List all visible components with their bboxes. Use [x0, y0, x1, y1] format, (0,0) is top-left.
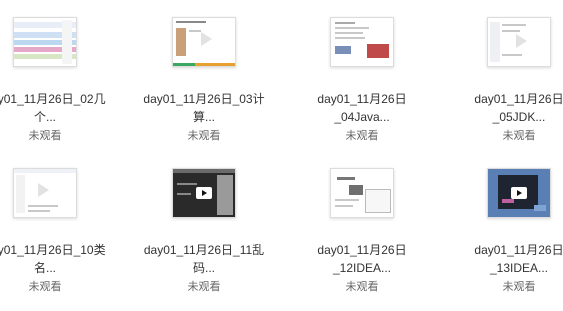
video-title[interactable]: day01_11月26日_04Java... [297, 90, 427, 126]
video-card[interactable]: day01_11月26日_12IDEA... 未观看 [297, 168, 427, 294]
watch-status: 未观看 [502, 281, 536, 293]
video-title[interactable]: day01_11月26日_10类名... [0, 241, 110, 277]
video-title[interactable]: day01_11月26日_11乱码... [139, 241, 269, 277]
video-title[interactable]: day01_11月26日_13IDEA... [454, 241, 563, 277]
video-title[interactable]: day01_11月26日_12IDEA... [297, 241, 427, 277]
video-card[interactable]: day01_11月26日_13IDEA... 未观看 [454, 168, 563, 294]
video-card[interactable]: day01_11月26日_05JDK... 未观看 [454, 17, 563, 143]
video-grid: day01_11月26日_02几个... 未观看 day01_11月26日_03… [0, 0, 563, 311]
watch-status: 未观看 [345, 130, 379, 142]
watch-status: 未观看 [502, 130, 536, 142]
watch-status: 未观看 [187, 281, 221, 293]
video-thumbnail[interactable] [13, 168, 77, 218]
video-card[interactable]: day01_11月26日_11乱码... 未观看 [139, 168, 269, 294]
video-card[interactable]: day01_11月26日_03计算... 未观看 [139, 17, 269, 143]
watch-status: 未观看 [28, 130, 62, 142]
video-title[interactable]: day01_11月26日_02几个... [0, 90, 110, 126]
video-thumbnail[interactable] [13, 17, 77, 67]
video-title[interactable]: day01_11月26日_05JDK... [454, 90, 563, 126]
video-title[interactable]: day01_11月26日_03计算... [139, 90, 269, 126]
video-card[interactable]: day01_11月26日_02几个... 未观看 [0, 17, 110, 143]
video-thumbnail[interactable] [487, 168, 551, 218]
video-thumbnail[interactable] [487, 17, 551, 67]
video-thumbnail[interactable] [172, 168, 236, 218]
video-card[interactable]: day01_11月26日_10类名... 未观看 [0, 168, 110, 294]
play-icon[interactable] [511, 187, 527, 199]
watch-status: 未观看 [28, 281, 62, 293]
video-card[interactable]: day01_11月26日_04Java... 未观看 [297, 17, 427, 143]
video-thumbnail[interactable] [330, 168, 394, 218]
video-thumbnail[interactable] [172, 17, 236, 67]
play-icon[interactable] [196, 187, 212, 199]
watch-status: 未观看 [345, 281, 379, 293]
video-thumbnail[interactable] [330, 17, 394, 67]
watch-status: 未观看 [187, 130, 221, 142]
